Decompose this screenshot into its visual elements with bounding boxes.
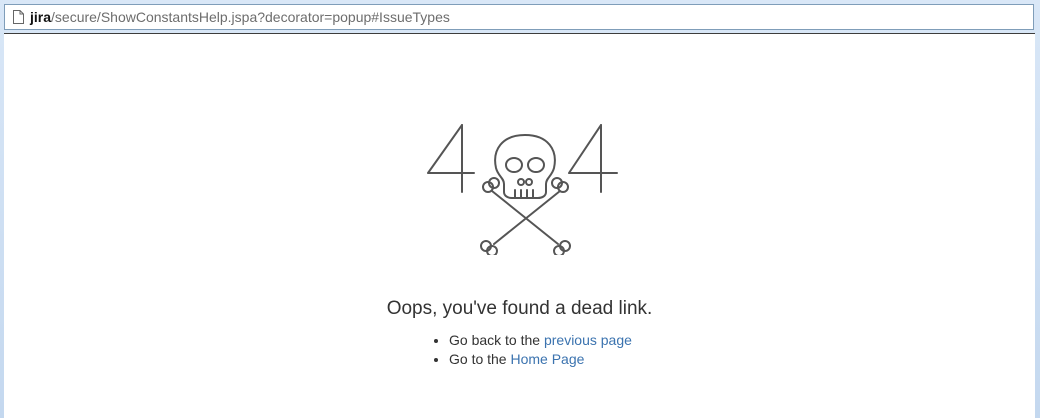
url-host: jira xyxy=(30,9,52,25)
browser-window: jira/secure/ShowConstantsHelp.jspa?decor… xyxy=(0,0,1040,418)
home-page-link[interactable]: Home Page xyxy=(510,351,584,367)
previous-page-link[interactable]: previous page xyxy=(544,332,632,348)
address-url[interactable]: jira/secure/ShowConstantsHelp.jspa?decor… xyxy=(30,9,450,25)
list-item-prefix: Go back to the xyxy=(449,332,544,348)
skull-crossbones-icon xyxy=(480,134,571,255)
page-content: Oops, you've found a dead link. Go back … xyxy=(4,33,1035,418)
list-item-prefix: Go to the xyxy=(449,351,511,367)
error-404-illustration xyxy=(427,124,618,255)
list-item: Go to the Home Page xyxy=(449,350,632,369)
digit-four-right xyxy=(568,124,618,193)
page-icon xyxy=(13,10,24,24)
error-headline: Oops, you've found a dead link. xyxy=(386,298,653,319)
url-path: /secure/ShowConstantsHelp.jspa?decorator… xyxy=(51,9,450,25)
address-bar[interactable]: jira/secure/ShowConstantsHelp.jspa?decor… xyxy=(4,4,1034,30)
recovery-links-list: Go back to the previous page Go to the H… xyxy=(431,331,632,369)
list-item: Go back to the previous page xyxy=(449,331,632,350)
digit-four-left xyxy=(427,124,475,193)
